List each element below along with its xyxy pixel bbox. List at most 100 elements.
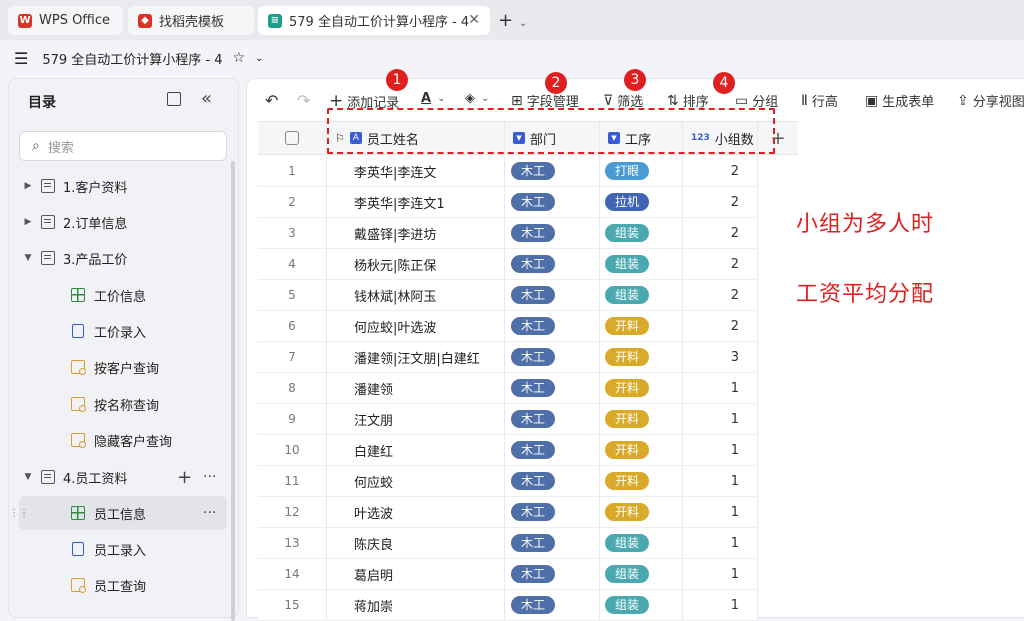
cell-name[interactable]: 潘建领 [327, 373, 505, 403]
table-row[interactable]: 15 蒋加崇 木工 组装 1 [258, 590, 758, 621]
table-row[interactable]: 10 白建红 木工 开料 1 [258, 435, 758, 466]
row-height-button[interactable]: Ⅱ 行高 [801, 91, 838, 111]
collapse-icon[interactable]: ▼ [19, 253, 37, 263]
expand-icon[interactable]: ▶ [19, 217, 37, 227]
cell-name[interactable]: 何应蛟 [327, 466, 505, 496]
more-icon[interactable]: ··· [203, 469, 216, 485]
cell-name[interactable]: 葛启明 [327, 559, 505, 589]
cell-count[interactable]: 2 [683, 156, 758, 186]
share-view-button[interactable]: ⇪ 分享视图 [957, 91, 1024, 111]
cell-process[interactable]: 开料 [600, 435, 683, 465]
sidebar-item-query-name[interactable]: 按名称查询 [19, 387, 227, 421]
cell-process[interactable]: 开料 [600, 311, 683, 341]
cell-process[interactable]: 组装 [600, 559, 683, 589]
sidebar-item-price-info[interactable]: 工价信息 [19, 278, 227, 312]
cell-count[interactable]: 3 [683, 342, 758, 372]
cell-process[interactable]: 开料 [600, 497, 683, 527]
table-row[interactable]: 14 葛启明 木工 组装 1 [258, 559, 758, 590]
sidebar-scrollbar[interactable] [231, 161, 235, 621]
cell-dept[interactable]: 木工 [505, 342, 600, 372]
table-row[interactable]: 1 李英华|李连文 木工 打眼 2 [258, 156, 758, 187]
cell-name[interactable]: 李英华|李连文1 [327, 187, 505, 217]
cell-process[interactable]: 组装 [600, 249, 683, 279]
create-form-button[interactable]: ▣ 生成表单 [865, 91, 934, 111]
more-icon[interactable]: ··· [203, 505, 216, 521]
new-tab-button[interactable]: + ⌄ [498, 10, 527, 31]
table-row[interactable]: 3 戴盛铎|李进坊 木工 组装 2 [258, 218, 758, 249]
sidebar-item-employee-entry[interactable]: 员工录入 [19, 532, 227, 566]
fill-color-button[interactable]: ◈ ⌄ [465, 91, 489, 106]
cell-count[interactable]: 2 [683, 187, 758, 217]
table-row[interactable]: 5 钱林斌|林阿玉 木工 组装 2 [258, 280, 758, 311]
sidebar-item-price-entry[interactable]: 工价录入 [19, 314, 227, 348]
cell-count[interactable]: 1 [683, 497, 758, 527]
collapse-panel-icon[interactable] [167, 92, 181, 106]
sidebar-item-query-customer[interactable]: 按客户查询 [19, 350, 227, 384]
cell-dept[interactable]: 木工 [505, 590, 600, 620]
cell-name[interactable]: 钱林斌|林阿玉 [327, 280, 505, 310]
tab-wps-office[interactable]: W WPS Office [8, 6, 123, 35]
text-color-button[interactable]: A ⌄ [421, 91, 445, 106]
cell-name[interactable]: 汪文朋 [327, 404, 505, 434]
cell-process[interactable]: 拉机 [600, 187, 683, 217]
close-tab-icon[interactable]: ✕ [468, 12, 480, 28]
sidebar-item-employees[interactable]: ▼ 4.员工资料 + ··· [19, 460, 227, 494]
cell-dept[interactable]: 木工 [505, 249, 600, 279]
cell-dept[interactable]: 木工 [505, 156, 600, 186]
tab-active-document[interactable]: ≡ 579 全自动工价计算小程序 - 4 ✕ [258, 6, 490, 35]
cell-count[interactable]: 1 [683, 559, 758, 589]
cell-name[interactable]: 李英华|李连文 [327, 156, 505, 186]
sidebar-item-hidden-query[interactable]: 隐藏客户查询 [19, 423, 227, 457]
cell-name[interactable]: 戴盛铎|李进坊 [327, 218, 505, 248]
cell-dept[interactable]: 木工 [505, 187, 600, 217]
sidebar-item-product-price[interactable]: ▼ 3.产品工价 [19, 241, 227, 275]
cell-name[interactable]: 陈庆良 [327, 528, 505, 558]
table-row[interactable]: 12 叶选波 木工 开料 1 [258, 497, 758, 528]
cell-process[interactable]: 打眼 [600, 156, 683, 186]
cell-count[interactable]: 2 [683, 311, 758, 341]
select-all-checkbox[interactable] [285, 131, 299, 145]
chevron-down-icon[interactable]: ⌄ [519, 18, 527, 29]
redo-icon[interactable]: ↷ [297, 91, 310, 110]
cell-count[interactable]: 1 [683, 528, 758, 558]
cell-count[interactable]: 1 [683, 466, 758, 496]
add-icon[interactable]: + [177, 467, 192, 488]
cell-count[interactable]: 1 [683, 373, 758, 403]
cell-count[interactable]: 2 [683, 218, 758, 248]
cell-count[interactable]: 1 [683, 404, 758, 434]
cell-dept[interactable]: 木工 [505, 435, 600, 465]
cell-name[interactable]: 潘建领|汪文朋|白建红 [327, 342, 505, 372]
cell-count[interactable]: 2 [683, 249, 758, 279]
cell-process[interactable]: 开料 [600, 342, 683, 372]
sidebar-item-employee-query[interactable]: 员工查询 [19, 568, 227, 602]
table-row[interactable]: 9 汪文朋 木工 开料 1 [258, 404, 758, 435]
cell-dept[interactable]: 木工 [505, 466, 600, 496]
table-row[interactable]: 8 潘建领 木工 开料 1 [258, 373, 758, 404]
table-row[interactable]: 4 杨秋元|陈正保 木工 组装 2 [258, 249, 758, 280]
table-row[interactable]: 2 李英华|李连文1 木工 拉机 2 [258, 187, 758, 218]
sidebar-item-customers[interactable]: ▶ 1.客户资料 [19, 169, 227, 203]
star-icon[interactable]: ☆ [233, 50, 246, 66]
cell-dept[interactable]: 木工 [505, 559, 600, 589]
undo-icon[interactable]: ↶ [265, 91, 278, 110]
cell-count[interactable]: 1 [683, 435, 758, 465]
menu-icon[interactable]: ☰ [14, 49, 28, 68]
table-row[interactable]: 7 潘建领|汪文朋|白建红 木工 开料 3 [258, 342, 758, 373]
cell-process[interactable]: 开料 [600, 404, 683, 434]
cell-process[interactable]: 组装 [600, 280, 683, 310]
cell-dept[interactable]: 木工 [505, 404, 600, 434]
cell-dept[interactable]: 木工 [505, 528, 600, 558]
cell-name[interactable]: 何应蛟|叶选波 [327, 311, 505, 341]
cell-process[interactable]: 组装 [600, 590, 683, 620]
table-row[interactable]: 13 陈庆良 木工 组装 1 [258, 528, 758, 559]
expand-icon[interactable]: ▶ [19, 181, 37, 191]
cell-name[interactable]: 蒋加崇 [327, 590, 505, 620]
cell-dept[interactable]: 木工 [505, 311, 600, 341]
cell-dept[interactable]: 木工 [505, 497, 600, 527]
cell-count[interactable]: 2 [683, 280, 758, 310]
cell-process[interactable]: 组装 [600, 218, 683, 248]
table-row[interactable]: 11 何应蛟 木工 开料 1 [258, 466, 758, 497]
cell-process[interactable]: 开料 [600, 373, 683, 403]
search-input[interactable]: ⌕ 搜索 [19, 131, 227, 161]
cell-dept[interactable]: 木工 [505, 218, 600, 248]
